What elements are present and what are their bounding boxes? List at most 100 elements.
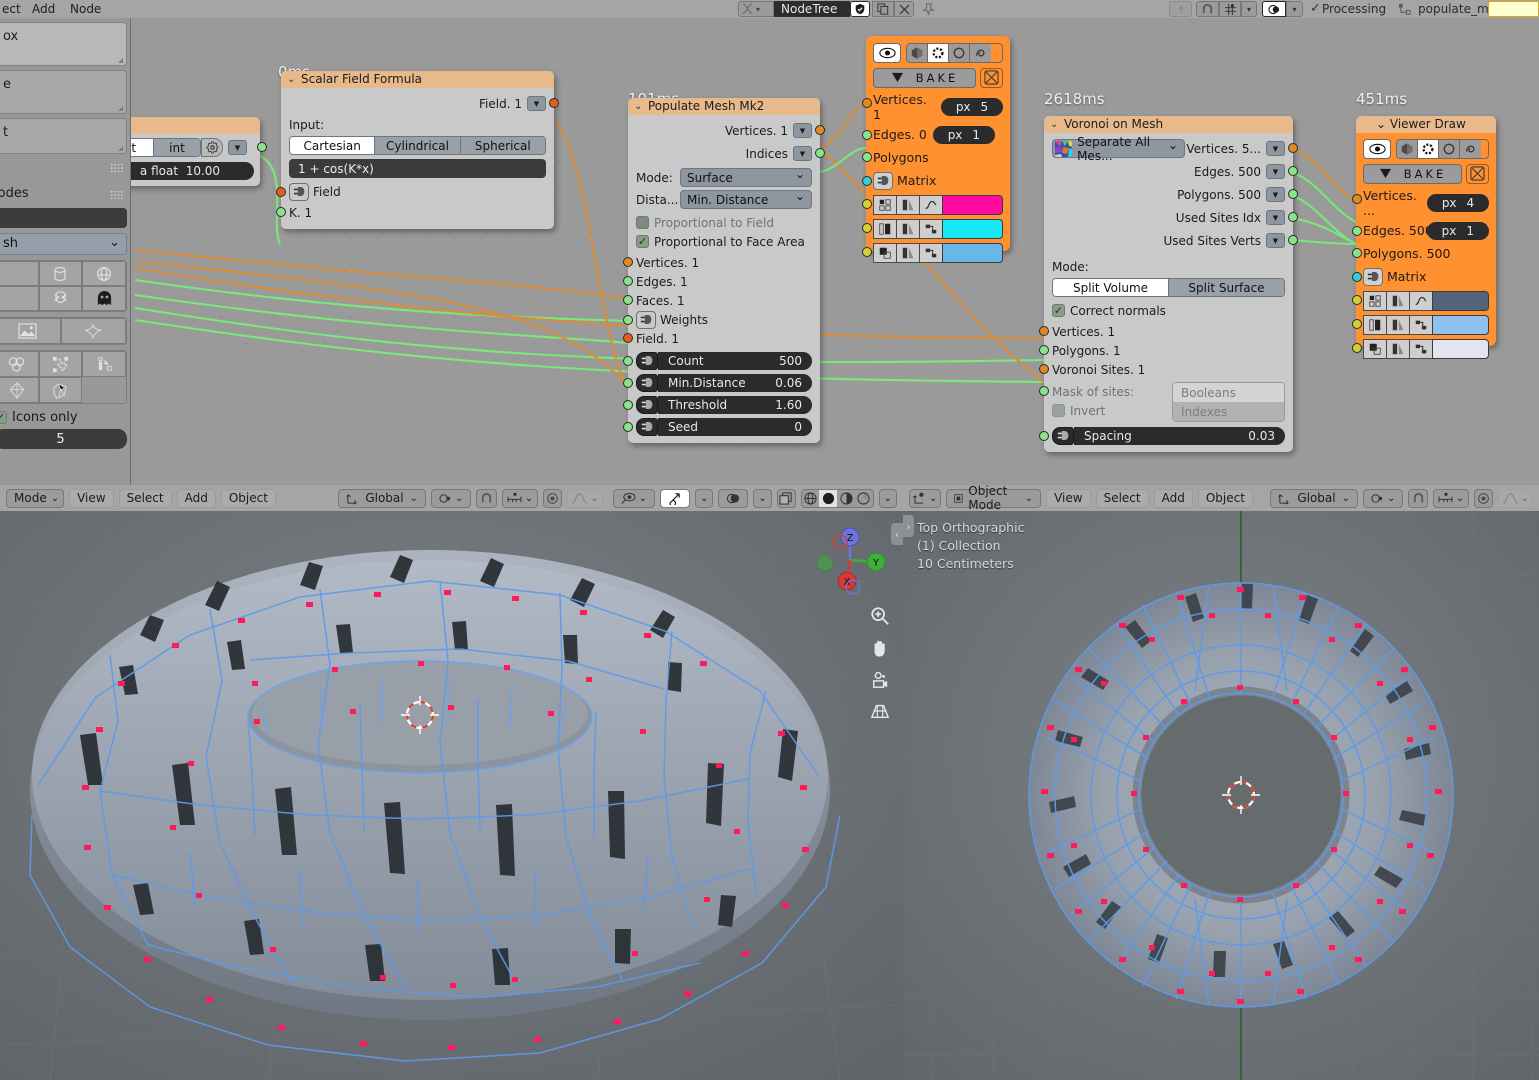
socket-vertices-out[interactable] <box>815 125 825 135</box>
pivot-point-select[interactable]: ⌄ <box>1362 488 1404 508</box>
edges-px-field[interactable]: px 1 <box>1426 221 1489 240</box>
edges-icon[interactable] <box>928 44 949 62</box>
menu-add[interactable]: Add <box>176 488 216 508</box>
gear-icon[interactable] <box>201 138 223 157</box>
socket-in-face-color[interactable] <box>862 247 872 257</box>
field-spacing[interactable]: Spacing 0.03 <box>1074 426 1285 445</box>
coord-mode-spherical[interactable]: Spherical <box>460 137 545 154</box>
socket-out-polygons[interactable] <box>1288 189 1298 199</box>
menu-view[interactable]: View <box>1046 488 1091 508</box>
node-socket-icon[interactable] <box>1409 338 1432 359</box>
verts-icon[interactable] <box>907 44 928 62</box>
navigation-gizmo[interactable]: Z Y X <box>805 515 895 605</box>
socket-in-vertices[interactable] <box>1352 194 1362 204</box>
shading-dropdown[interactable]: ⌄ <box>878 488 897 508</box>
chevron-down-icon[interactable]: ⌄ <box>634 98 642 115</box>
socket-in-faces[interactable] <box>623 295 633 305</box>
overlays-toggle[interactable] <box>718 488 749 508</box>
camera-view-icon[interactable] <box>867 667 893 693</box>
sidebar-toggle-right-viewport[interactable]: › <box>903 515 914 537</box>
vertex-display-icon[interactable] <box>873 194 896 215</box>
color-swatch-vertices[interactable] <box>942 194 1003 215</box>
plug-icon[interactable] <box>636 395 658 414</box>
material-preview-icon[interactable] <box>837 489 855 507</box>
surface-icon[interactable] <box>1460 140 1481 158</box>
search-input[interactable] <box>0 208 127 228</box>
snap-magnet-icon[interactable] <box>1196 1 1219 17</box>
ghost-icon[interactable] <box>82 286 126 311</box>
vertices-px-field[interactable]: px 4 <box>1427 194 1489 212</box>
socket-k-in[interactable] <box>276 207 286 217</box>
socket-in-threshold[interactable] <box>623 400 633 410</box>
panel-textbox-2[interactable]: e <box>0 70 127 114</box>
transform-orientation-select[interactable]: Global ⌄ <box>1270 488 1358 508</box>
socket-indices-out[interactable] <box>815 148 825 158</box>
color-ramp-icon[interactable] <box>1386 314 1409 335</box>
bake-button[interactable]: BAKE <box>873 67 976 88</box>
editor-type-3dview-icon[interactable]: ⌄ <box>909 488 942 508</box>
vertices-px-field[interactable]: px 5 <box>941 98 1003 116</box>
node-socket-icon[interactable] <box>919 218 942 239</box>
socket-in-edges[interactable] <box>1352 226 1362 236</box>
curve-icon[interactable] <box>919 194 942 215</box>
gizmo-dropdown[interactable]: ⌄ <box>695 488 714 508</box>
cylinder-icon[interactable] <box>38 261 83 286</box>
sphere-uv-icon[interactable] <box>82 261 126 286</box>
plug-icon[interactable] <box>636 310 656 329</box>
formula-input[interactable]: 1 + cos(K*x) <box>289 159 546 178</box>
field-seed[interactable]: Seed 0 <box>658 417 812 436</box>
color-row-faces[interactable] <box>862 242 1003 263</box>
shield-check-icon[interactable] <box>850 1 870 17</box>
color-ramp-icon[interactable] <box>896 194 919 215</box>
node-voronoi-header[interactable]: ⌄ Voronoi on Mesh <box>1044 116 1293 133</box>
surface-icon[interactable] <box>970 44 991 62</box>
category-select[interactable]: sh ⌄ <box>0 233 127 255</box>
solid-icon[interactable] <box>819 489 838 507</box>
face-display-icon[interactable] <box>1363 338 1386 359</box>
viewport-right[interactable]: ⌄ Object Mode ⌄ View Select Add Object G… <box>903 485 1539 1080</box>
node-icon-grid-a[interactable] <box>0 260 127 312</box>
node-editor-canvas[interactable]: 0ms 101ms 2618ms 451ms at int a float 10… <box>0 18 1539 485</box>
socket-field-in[interactable] <box>276 187 286 197</box>
checkbox-proportional-face-area[interactable]: ✓ <box>636 235 649 248</box>
output-vertices-dropdown[interactable] <box>1266 141 1285 156</box>
bake-button[interactable]: BAKE <box>1363 163 1462 184</box>
vertex-display-icon[interactable] <box>1363 290 1386 311</box>
color-ramp-icon[interactable] <box>1386 290 1409 311</box>
mask-type-list[interactable]: Booleans Indexes <box>1172 382 1285 422</box>
proportional-dropdown[interactable]: ▾ <box>1286 1 1303 17</box>
field-output-dropdown[interactable] <box>527 96 546 111</box>
undo-icon[interactable] <box>1169 1 1192 17</box>
socket-in-mask[interactable] <box>1039 386 1049 396</box>
edge-display-icon[interactable] <box>873 218 896 239</box>
bake-target-icon[interactable] <box>1466 163 1489 184</box>
socket-in-vertices[interactable] <box>623 257 633 267</box>
proportional-edit-icon[interactable] <box>1474 488 1493 508</box>
rename-input[interactable] <box>1488 1 1539 17</box>
output-polygons-dropdown[interactable] <box>1266 187 1285 202</box>
plug-icon[interactable] <box>636 373 658 392</box>
coordinate-mode-toggle[interactable]: Cartesian Cylindrical Spherical <box>289 136 546 155</box>
menu-view[interactable]: View <box>69 488 114 508</box>
color-ramp-icon[interactable] <box>896 218 919 239</box>
checkbox-icons-only[interactable]: ✓ <box>0 411 7 424</box>
checkbox-invert[interactable]: ✓ <box>1052 404 1065 417</box>
node-populate-mesh[interactable]: ⌄ Populate Mesh Mk2 Vertices. 1 Indices … <box>623 98 825 443</box>
output-vertices-dropdown[interactable] <box>793 123 812 138</box>
checkbox-proportional-field[interactable]: ✓ <box>636 216 649 229</box>
color-row-vertices[interactable] <box>862 194 1003 215</box>
panel-textbox-3[interactable]: t <box>0 118 127 154</box>
output-used-sites-idx-dropdown[interactable] <box>1266 210 1285 225</box>
pivot-point-select[interactable]: ⌄ <box>431 488 472 508</box>
star-outline-icon[interactable] <box>60 318 126 344</box>
socket-in-vertices[interactable] <box>862 98 872 108</box>
socket-in-weights[interactable] <box>623 315 633 325</box>
falloff-curve-select[interactable]: ⌄ <box>1497 488 1533 508</box>
verts-icon[interactable] <box>1397 140 1418 158</box>
faces-icon[interactable] <box>1439 140 1460 158</box>
snap-magnet-icon[interactable] <box>1408 488 1429 508</box>
wireframe-icon[interactable] <box>801 489 820 507</box>
node-socket-icon[interactable] <box>1409 314 1432 335</box>
snap-grid-icon[interactable] <box>1219 1 1241 17</box>
viewport-left-header[interactable]: Mode ⌄ View Select Add Object Global ⌄ ⌄… <box>0 485 903 511</box>
